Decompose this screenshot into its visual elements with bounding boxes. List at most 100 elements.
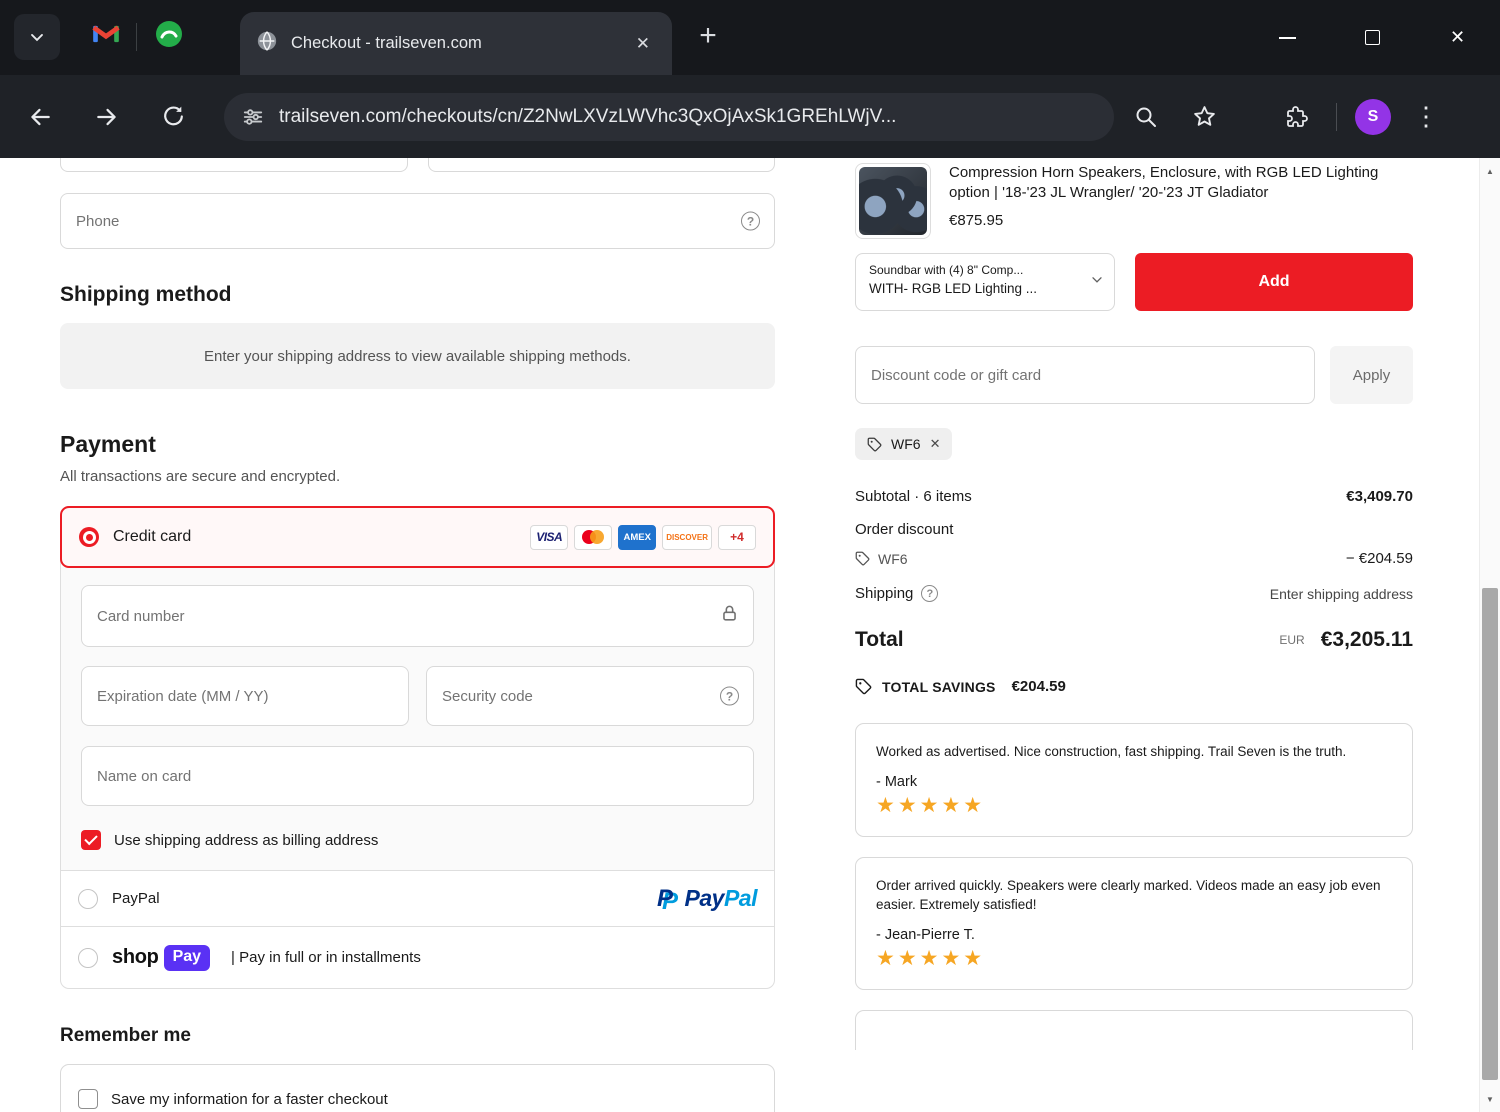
back-button[interactable]: [17, 94, 63, 140]
speaker-image: [859, 167, 927, 235]
more-cards-badge: +4: [718, 524, 756, 550]
name-fields-cutoff: [60, 158, 775, 172]
security-code-input[interactable]: [426, 666, 754, 726]
profile-avatar[interactable]: S: [1355, 98, 1391, 135]
apply-button[interactable]: Apply: [1330, 346, 1413, 404]
shipping-method-notice: Enter your shipping address to view avai…: [60, 323, 775, 389]
browser-titlebar: Checkout - trailseven.com ✕ + ✕: [0, 0, 1500, 75]
paypal-label: PayPal: [112, 890, 160, 907]
window-close-button[interactable]: ✕: [1415, 0, 1500, 75]
billing-address-checkbox-row[interactable]: Use shipping address as billing address: [81, 830, 754, 850]
phone-input[interactable]: [60, 193, 775, 249]
chevron-down-icon: [31, 34, 43, 42]
card-brand-badges: VISA AMEX DISCOVER +4: [530, 524, 756, 550]
scroll-down-arrow[interactable]: ▼: [1480, 1088, 1500, 1110]
reload-icon: [163, 106, 183, 126]
name-on-card-wrapper: [81, 746, 754, 806]
remember-me-box[interactable]: Save my information for a faster checkou…: [60, 1064, 775, 1112]
tab-favicon-icon: [256, 30, 278, 57]
tab-search-button[interactable]: [14, 14, 60, 60]
add-button[interactable]: Add: [1135, 253, 1413, 311]
card-number-input[interactable]: [81, 585, 754, 647]
review-stars: ★★★★★: [876, 794, 986, 817]
shipping-label: Shipping: [855, 585, 914, 602]
savings-tag-icon: [855, 678, 872, 695]
currency-code: EUR: [1279, 633, 1305, 647]
credit-card-form: ? Use shipping address as billing addres…: [61, 567, 774, 870]
credit-card-option[interactable]: Credit card VISA AMEX DISCOVER +4: [60, 506, 775, 568]
review-author: - Jean-Pierre T.: [876, 927, 975, 943]
browser-menu-icon[interactable]: ⋮: [1413, 101, 1439, 132]
payment-methods-box: Credit card VISA AMEX DISCOVER +4 Card n…: [60, 506, 775, 989]
subtotal-label: Subtotal · 6 items: [855, 488, 972, 505]
shop-pay-radio[interactable]: [78, 947, 98, 968]
maximize-icon: [1365, 30, 1380, 45]
svg-text:P: P: [657, 885, 674, 912]
security-code-wrapper: ?: [426, 666, 754, 726]
chevron-down-icon: [1089, 272, 1105, 293]
expiration-wrapper: [81, 666, 409, 726]
expiration-input[interactable]: [81, 666, 409, 726]
back-arrow-icon: [31, 108, 50, 125]
checkout-page: ? Shipping method Enter your shipping ad…: [0, 158, 1500, 1112]
product-price: €875.95: [949, 212, 1004, 229]
search-icon[interactable]: [1124, 95, 1168, 139]
page-scrollbar[interactable]: ▲ ▼: [1479, 158, 1500, 1112]
amex-badge-icon: AMEX: [618, 524, 657, 550]
gmail-icon[interactable]: [92, 23, 120, 50]
shop-pay-option[interactable]: shop Pay | Pay in full or in installment…: [61, 926, 774, 988]
site-settings-icon[interactable]: [242, 106, 264, 128]
payment-heading: Payment: [60, 431, 156, 457]
shop-pay-logo: shop Pay: [112, 944, 211, 971]
security-code-help-icon[interactable]: ?: [720, 686, 739, 706]
product-title: Compression Horn Speakers, Enclosure, wi…: [949, 164, 1379, 201]
bookmark-star-icon[interactable]: [1182, 95, 1226, 139]
url-text[interactable]: trailseven.com/checkouts/cn/Z2NwLXVzLWVh…: [279, 106, 896, 128]
name-on-card-input[interactable]: [81, 746, 754, 806]
extensions-icon[interactable]: [1274, 95, 1318, 139]
green-favicon-icon[interactable]: [153, 18, 185, 55]
window-maximize-button[interactable]: [1330, 0, 1415, 75]
last-name-field-partial[interactable]: [427, 158, 775, 172]
paypal-radio[interactable]: [78, 888, 98, 909]
tag-icon: [867, 437, 882, 451]
paypal-option[interactable]: PayPal PP PayPal: [61, 870, 774, 926]
discount-code-input[interactable]: [855, 346, 1315, 404]
forward-button[interactable]: [84, 94, 130, 140]
new-tab-button[interactable]: +: [690, 18, 726, 54]
tab-close-icon[interactable]: ✕: [630, 32, 656, 56]
window-minimize-button[interactable]: [1245, 0, 1330, 75]
billing-address-checkbox[interactable]: [81, 830, 101, 850]
window-controls: ✕: [1245, 0, 1500, 75]
shipping-help-icon[interactable]: ?: [921, 585, 939, 602]
first-name-field-partial[interactable]: [60, 158, 408, 172]
save-info-checkbox[interactable]: [78, 1089, 98, 1109]
discount-chip-code: WF6: [891, 436, 921, 452]
remove-discount-icon[interactable]: ✕: [930, 436, 941, 452]
browser-tab[interactable]: Checkout - trailseven.com ✕: [240, 12, 672, 75]
reload-button[interactable]: [150, 94, 196, 140]
variant-select[interactable]: Soundbar with (4) 8" Comp... WITH- RGB L…: [855, 253, 1115, 311]
shipping-value: Enter shipping address: [1269, 585, 1413, 602]
discount-code-label: WF6: [878, 550, 908, 567]
total-savings-value: €204.59: [1011, 678, 1066, 695]
discount-amount: − €204.59: [1345, 550, 1413, 567]
browser-toolbar: trailseven.com/checkouts/cn/Z2NwLXVzLWVh…: [0, 75, 1500, 158]
phone-help-icon[interactable]: ?: [741, 211, 760, 231]
credit-card-radio[interactable]: [79, 527, 99, 547]
order-summary-column: Compression Horn Speakers, Enclosure, wi…: [855, 158, 1413, 1112]
product-row: Compression Horn Speakers, Enclosure, wi…: [855, 163, 1413, 239]
phone-field-wrapper: ?: [60, 193, 775, 249]
visa-badge-icon: VISA: [530, 524, 569, 550]
checkout-form-column: ? Shipping method Enter your shipping ad…: [0, 158, 835, 1112]
scroll-up-arrow[interactable]: ▲: [1480, 160, 1500, 182]
address-bar[interactable]: trailseven.com/checkouts/cn/Z2NwLXVzLWVh…: [224, 92, 1114, 141]
paypal-logo: PP PayPal: [656, 884, 758, 915]
payment-secure-note: All transactions are secure and encrypte…: [60, 468, 341, 485]
review-stars: ★★★★★: [876, 947, 986, 970]
shop-pay-label: | Pay in full or in installments: [231, 949, 421, 966]
variant-line2: WITH- RGB LED Lighting ...: [869, 281, 1038, 296]
discover-badge-icon: DISCOVER: [662, 524, 712, 550]
variant-line1: Soundbar with (4) 8" Comp...: [869, 263, 1024, 277]
scrollbar-thumb[interactable]: [1482, 588, 1498, 1080]
